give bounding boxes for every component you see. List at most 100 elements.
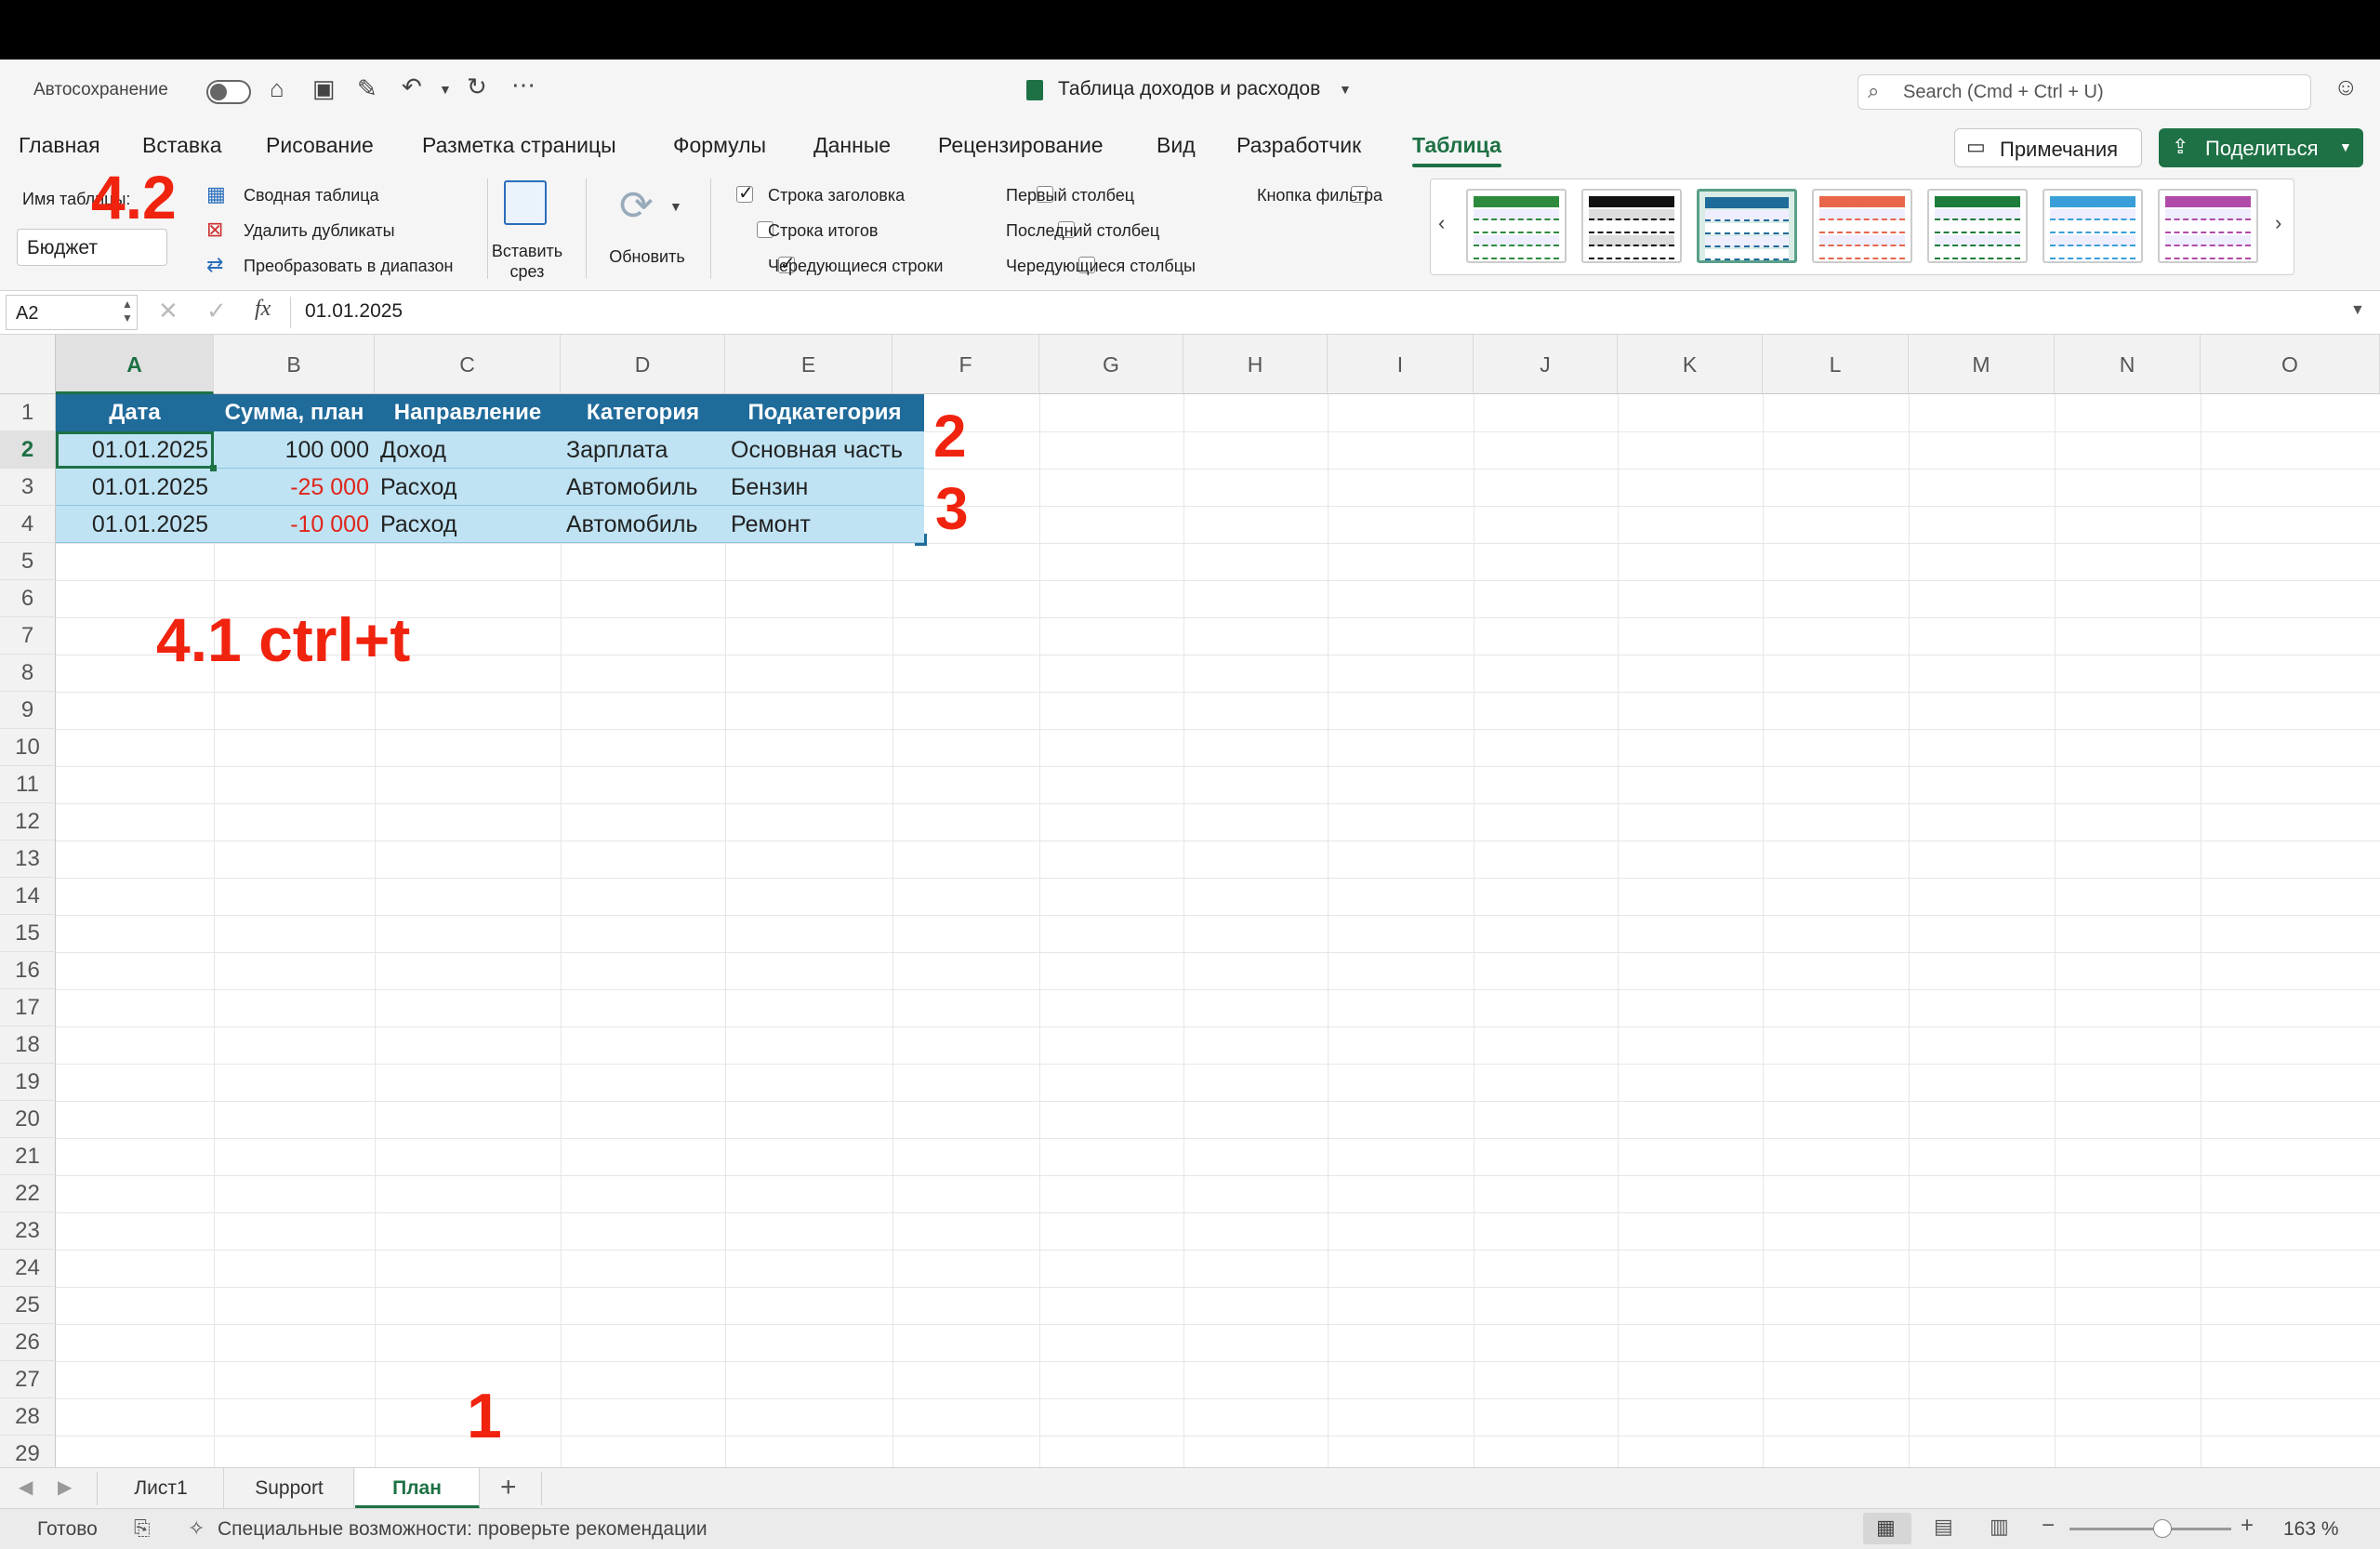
sheet-next-icon[interactable]: ▶ bbox=[58, 1476, 72, 1499]
table-cell[interactable]: Автомобиль bbox=[561, 469, 725, 506]
table-style-swatch[interactable] bbox=[1466, 189, 1567, 263]
row-header-24[interactable]: 24 bbox=[0, 1250, 56, 1287]
row-header-26[interactable]: 26 bbox=[0, 1324, 56, 1361]
row-header-25[interactable]: 25 bbox=[0, 1287, 56, 1324]
zoom-in-icon[interactable]: + bbox=[2241, 1513, 2254, 1539]
refresh-button[interactable]: ⟳ ▼ Обновить bbox=[601, 179, 694, 283]
sheet-tab-list1[interactable]: Лист1 bbox=[99, 1468, 224, 1509]
row-header-13[interactable]: 13 bbox=[0, 841, 56, 878]
row-header-6[interactable]: 6 bbox=[0, 580, 56, 617]
undo-icon[interactable]: ↶ bbox=[402, 73, 422, 101]
search-box[interactable]: ⌕ Search (Cmd + Ctrl + U) bbox=[1858, 74, 2311, 110]
row-header-2[interactable]: 2 bbox=[0, 431, 56, 469]
tab-table[interactable]: Таблица bbox=[1412, 125, 1501, 167]
column-header-j[interactable]: J bbox=[1474, 335, 1618, 394]
tab-draw[interactable]: Рисование bbox=[266, 125, 374, 165]
tab-review[interactable]: Рецензирование bbox=[938, 125, 1104, 165]
table-style-swatch[interactable] bbox=[2043, 189, 2143, 263]
row-header-23[interactable]: 23 bbox=[0, 1212, 56, 1250]
table-cell[interactable]: Доход bbox=[375, 431, 561, 469]
gallery-prev-icon[interactable]: ‹ bbox=[1438, 211, 1445, 235]
sheet-tab-plan[interactable]: План bbox=[355, 1468, 480, 1509]
row-header-8[interactable]: 8 bbox=[0, 655, 56, 692]
cancel-icon[interactable]: ✕ bbox=[158, 297, 178, 325]
row-header-18[interactable]: 18 bbox=[0, 1026, 56, 1064]
row-header-7[interactable]: 7 bbox=[0, 617, 56, 655]
column-header-m[interactable]: M bbox=[1909, 335, 2055, 394]
row-header-1[interactable]: 1 bbox=[0, 394, 56, 431]
enter-icon[interactable]: ✓ bbox=[206, 297, 227, 325]
table-cell[interactable]: Основная часть bbox=[725, 431, 924, 469]
page-break-view-icon[interactable]: ▥ bbox=[1990, 1515, 2009, 1539]
table-header-cell[interactable]: Направление bbox=[375, 394, 561, 431]
row-header-14[interactable]: 14 bbox=[0, 878, 56, 915]
row-header-16[interactable]: 16 bbox=[0, 952, 56, 989]
zoom-out-icon[interactable]: − bbox=[2042, 1513, 2055, 1539]
column-header-n[interactable]: N bbox=[2055, 335, 2201, 394]
table-header-cell[interactable]: Сумма, план bbox=[214, 394, 375, 431]
autosave-toggle[interactable] bbox=[206, 80, 251, 104]
convert-to-range-button[interactable]: Преобразовать в диапазон bbox=[244, 257, 453, 276]
table-style-swatch[interactable] bbox=[1581, 189, 1682, 263]
page-layout-view-icon[interactable]: ▤ bbox=[1934, 1515, 1953, 1539]
add-sheet-icon[interactable]: + bbox=[500, 1472, 517, 1503]
tab-developer[interactable]: Разработчик bbox=[1236, 125, 1361, 165]
row-header-15[interactable]: 15 bbox=[0, 915, 56, 952]
tab-home[interactable]: Главная bbox=[19, 125, 100, 165]
column-header-e[interactable]: E bbox=[725, 335, 892, 394]
column-header-k[interactable]: K bbox=[1618, 335, 1763, 394]
name-box[interactable]: A2 ▲ ▼ bbox=[6, 295, 138, 330]
table-cell[interactable]: Ремонт bbox=[725, 506, 924, 543]
tab-view[interactable]: Вид bbox=[1157, 125, 1196, 165]
tab-data[interactable]: Данные bbox=[813, 125, 891, 165]
column-header-b[interactable]: B bbox=[214, 335, 375, 394]
comments-button[interactable]: ▭ Примечания bbox=[1954, 128, 2142, 167]
table-style-swatch[interactable] bbox=[1697, 189, 1797, 263]
zoom-slider-thumb[interactable] bbox=[2153, 1519, 2172, 1538]
table-cell[interactable]: Расход bbox=[375, 469, 561, 506]
table-cell[interactable]: 01.01.2025 bbox=[56, 506, 214, 543]
column-header-o[interactable]: O bbox=[2201, 335, 2380, 394]
row-header-9[interactable]: 9 bbox=[0, 692, 56, 729]
macro-record-icon[interactable]: ⎘ bbox=[134, 1516, 151, 1541]
pivot-table-button[interactable]: Сводная таблица bbox=[244, 186, 379, 205]
formula-input[interactable]: 01.01.2025 bbox=[305, 300, 403, 323]
select-all-corner[interactable] bbox=[0, 335, 56, 394]
row-header-27[interactable]: 27 bbox=[0, 1361, 56, 1398]
column-header-h[interactable]: H bbox=[1183, 335, 1328, 394]
tab-page-layout[interactable]: Разметка страницы bbox=[422, 125, 616, 165]
table-cell[interactable]: -10 000 bbox=[214, 506, 375, 543]
row-header-5[interactable]: 5 bbox=[0, 543, 56, 580]
table-header-cell[interactable]: Категория bbox=[561, 394, 725, 431]
column-header-g[interactable]: G bbox=[1039, 335, 1183, 394]
table-cell[interactable]: Зарплата bbox=[561, 431, 725, 469]
table-style-swatch[interactable] bbox=[2158, 189, 2258, 263]
home-icon[interactable]: ⌂ bbox=[270, 74, 284, 103]
column-header-f[interactable]: F bbox=[892, 335, 1039, 394]
title-dropdown-icon[interactable]: ▼ bbox=[1339, 82, 1352, 97]
header-row-checkbox[interactable] bbox=[736, 181, 754, 205]
table-resize-handle[interactable] bbox=[915, 534, 927, 546]
table-cell[interactable]: 01.01.2025 bbox=[56, 469, 214, 506]
row-header-3[interactable]: 3 bbox=[0, 469, 56, 506]
sheet-prev-icon[interactable]: ◀ bbox=[19, 1476, 33, 1499]
sheet-tab-support[interactable]: Support bbox=[225, 1468, 354, 1509]
table-cell[interactable]: Расход bbox=[375, 506, 561, 543]
undo-dropdown-icon[interactable]: ▼ bbox=[439, 82, 452, 97]
row-header-4[interactable]: 4 bbox=[0, 506, 56, 543]
gallery-next-icon[interactable]: › bbox=[2275, 211, 2281, 235]
table-cell[interactable]: Бензин bbox=[725, 469, 924, 506]
table-header-cell[interactable]: Подкатегория bbox=[725, 394, 924, 431]
row-header-20[interactable]: 20 bbox=[0, 1101, 56, 1138]
zoom-slider-track[interactable] bbox=[2069, 1528, 2231, 1530]
table-style-swatch[interactable] bbox=[1927, 189, 2028, 263]
formula-expand-icon[interactable]: ▼ bbox=[2350, 302, 2365, 319]
row-header-19[interactable]: 19 bbox=[0, 1064, 56, 1101]
accessibility-icon[interactable]: ✧ bbox=[188, 1516, 205, 1541]
zoom-level[interactable]: 163 % bbox=[2283, 1509, 2339, 1549]
tab-insert[interactable]: Вставка bbox=[142, 125, 222, 165]
spreadsheet-grid[interactable]: ABCDEFGHIJKLMNO 1 2 3 4 5 6 7 8 9 10 11 12 13 14 15 16 1… bbox=[0, 335, 2380, 1474]
more-icon[interactable]: ⋯ bbox=[511, 71, 536, 99]
normal-view-button[interactable]: ▦ bbox=[1863, 1513, 1911, 1544]
save-icon[interactable]: ▣ bbox=[312, 74, 336, 103]
